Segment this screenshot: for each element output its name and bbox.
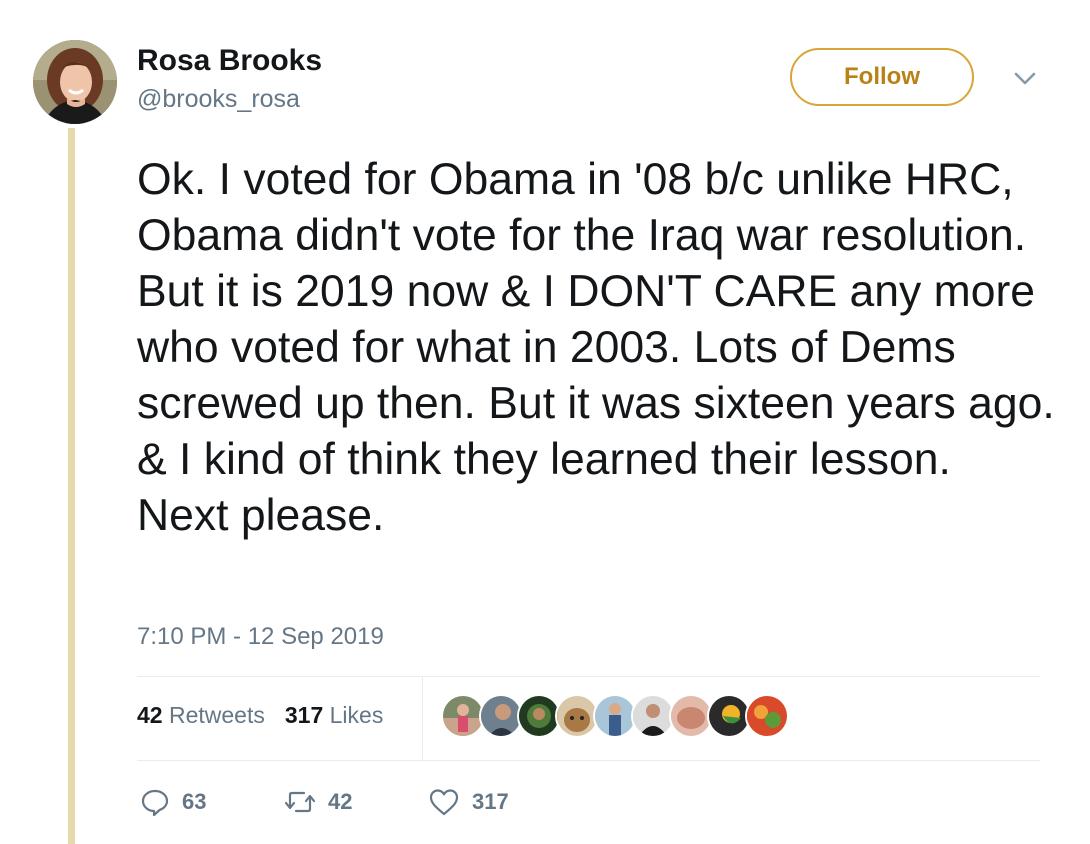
retweets-stat[interactable]: 42 Retweets bbox=[137, 700, 265, 730]
like-count: 317 bbox=[472, 789, 509, 814]
likes-stat[interactable]: 317 Likes bbox=[285, 700, 383, 730]
tweet-text: Ok. I voted for Obama in '08 b/c unlike … bbox=[137, 155, 1055, 540]
divider bbox=[137, 760, 1040, 761]
author-avatar[interactable] bbox=[33, 40, 117, 124]
tweet-stats: 42 Retweets 317 Likes bbox=[137, 700, 383, 730]
retweet-count: 42 bbox=[328, 789, 353, 814]
retweet-icon bbox=[284, 791, 316, 813]
liker-avatars bbox=[441, 694, 789, 738]
reply-icon bbox=[141, 789, 169, 817]
author-handle[interactable]: @brooks_rosa bbox=[137, 84, 300, 114]
thread-line bbox=[68, 128, 75, 844]
retweets-label: Retweets bbox=[168, 702, 265, 728]
follow-button[interactable]: Follow bbox=[790, 48, 974, 106]
likes-count: 317 bbox=[284, 702, 324, 728]
retweets-count: 42 bbox=[137, 702, 163, 728]
chevron-down-icon[interactable] bbox=[1012, 68, 1038, 88]
author-display-name[interactable]: Rosa Brooks bbox=[137, 44, 322, 78]
divider bbox=[137, 676, 1040, 677]
heart-icon bbox=[429, 789, 459, 816]
liker-avatar[interactable] bbox=[745, 694, 789, 738]
tweet-timestamp[interactable]: 7:10 PM - 12 Sep 2019 bbox=[137, 622, 384, 652]
like-button[interactable]: 317 bbox=[428, 784, 509, 820]
divider bbox=[422, 677, 423, 760]
likes-label: Likes bbox=[329, 702, 384, 728]
reply-count: 63 bbox=[182, 789, 207, 814]
retweet-button[interactable]: 42 bbox=[284, 784, 352, 820]
reply-button[interactable]: 63 bbox=[140, 784, 206, 820]
